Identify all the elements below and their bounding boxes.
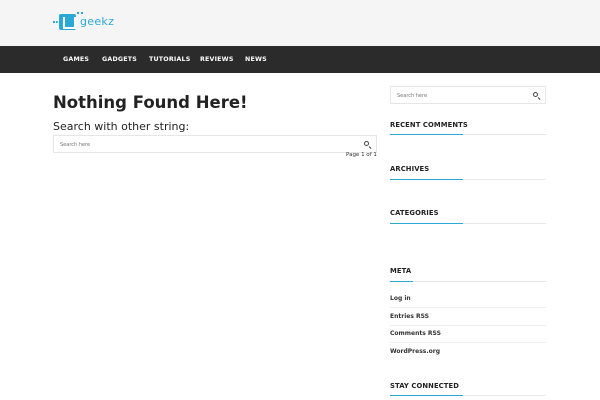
meta-link-entries-rss[interactable]: Entries RSS [390,313,429,320]
logo-mark [59,14,76,30]
search-prompt: Search with other string: [53,120,190,133]
nav-item-tutorials[interactable]: TUTORIALS [149,56,190,63]
link-divider [390,325,546,326]
sidebar-search-input[interactable] [397,91,517,100]
widget-divider [390,281,546,282]
meta-link-wordpress-org[interactable]: WordPress.org [390,348,440,355]
nav-item-news[interactable]: NEWS [245,56,267,63]
link-divider [390,342,546,343]
logo-dots-left [53,21,58,23]
page-title: Nothing Found Here! [53,93,248,112]
link-divider [390,307,546,308]
meta-link-log-in[interactable]: Log in [390,295,411,302]
widget-title-stay-connected: STAY CONNECTED [390,382,459,390]
site-header: geekz [0,0,600,46]
widget-divider [390,395,546,396]
widget-title-recent-comments: RECENT COMMENTS [390,121,468,129]
nav-item-gadgets[interactable]: GADGETS [102,56,137,63]
main-search-input[interactable] [60,140,340,149]
main-search-box [53,135,377,153]
pagination-info: Page 1 of 1 [346,152,377,158]
widget-divider [390,134,546,135]
widget-divider [390,223,546,224]
meta-link-comments-rss[interactable]: Comments RSS [390,330,441,337]
search-icon[interactable] [363,140,372,150]
widget-title-categories: CATEGORIES [390,209,439,217]
nav-item-reviews[interactable]: REVIEWS [200,56,234,63]
widget-title-archives: ARCHIVES [390,165,430,173]
widget-title-meta: META [390,267,412,275]
site-logo[interactable]: geekz [53,10,115,34]
sidebar-search-box [390,86,546,104]
logo-text: geekz [80,15,115,28]
logo-dots-right [77,12,83,14]
widget-divider [390,179,546,180]
search-icon[interactable] [532,91,541,101]
nav-item-games[interactable]: GAMES [63,56,89,63]
main-nav: GAMES GADGETS TUTORIALS REVIEWS NEWS [0,46,600,73]
